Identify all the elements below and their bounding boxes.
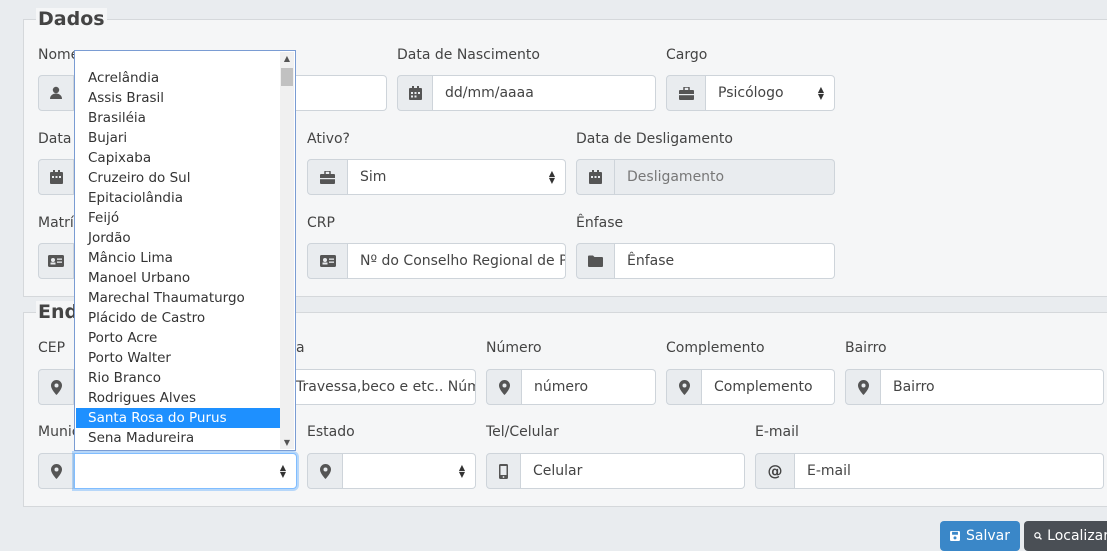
cargo-field[interactable]: Psicólogo ▲ ▼ <box>666 75 835 111</box>
dropdown-option[interactable]: Rodrigues Alves <box>76 388 280 408</box>
map-marker-icon <box>38 453 74 489</box>
dropdown-scrollbar[interactable]: ▲ ▼ <box>280 52 294 449</box>
select-arrows-icon: ▲ ▼ <box>458 463 465 479</box>
localizar-button[interactable]: Localizar <box>1024 521 1107 551</box>
dropdown-option[interactable]: Plácido de Castro <box>76 308 280 328</box>
email-input[interactable]: E-mail <box>795 453 1104 489</box>
municipio-dropdown-list[interactable]: Acrelândia Assis Brasil Brasiléia Bujari Cap… <box>74 50 296 451</box>
at-sign-icon: @ <box>755 453 795 489</box>
estado-label: Estado <box>307 424 355 440</box>
dropdown-option[interactable]: Porto Walter <box>76 348 280 368</box>
desligamento-input[interactable]: Desligamento <box>615 159 835 195</box>
nascimento-input[interactable]: dd/mm/aaaa <box>433 75 656 111</box>
calendar-icon <box>397 75 433 111</box>
nascimento-label: Data de Nascimento <box>397 47 540 63</box>
salvar-button[interactable]: Salvar <box>940 521 1020 551</box>
dropdown-option[interactable]: Marechal Thaumaturgo <box>76 288 280 308</box>
select-arrows-icon: ▲ ▼ <box>279 463 286 479</box>
desligamento-field[interactable]: Desligamento <box>576 159 835 195</box>
dropdown-option[interactable]: Feijó <box>76 208 280 228</box>
estado-select[interactable]: ▲ ▼ <box>343 453 476 489</box>
scrollbar-thumb[interactable] <box>281 68 293 86</box>
map-marker-icon <box>307 453 343 489</box>
crp-input[interactable]: Nº do Conselho Regional de Ps <box>348 243 566 279</box>
nascimento-field[interactable]: dd/mm/aaaa <box>397 75 656 111</box>
dropdown-option[interactable]: Porto Acre <box>76 328 280 348</box>
map-marker-icon <box>845 369 881 405</box>
bairro-label: Bairro <box>845 340 887 356</box>
ativo-label: Ativo? <box>307 131 350 147</box>
rua-label: a <box>296 340 305 356</box>
complemento-input[interactable]: Complemento <box>702 369 835 405</box>
numero-field[interactable]: número <box>486 369 656 405</box>
save-icon <box>950 530 961 542</box>
id-card-icon <box>38 243 74 279</box>
dados-legend: Dados <box>36 8 107 30</box>
dropdown-option[interactable]: Acrelândia <box>76 68 280 88</box>
select-arrows-icon: ▲ ▼ <box>817 85 824 101</box>
dropdown-option[interactable]: Rio Branco <box>76 368 280 388</box>
crp-label: CRP <box>307 215 335 231</box>
dropdown-option[interactable]: Epitaciolândia <box>76 188 280 208</box>
select-arrows-icon: ▲ ▼ <box>548 169 555 185</box>
ativo-select[interactable]: Sim ▲ ▼ <box>348 159 566 195</box>
dropdown-option[interactable]: Brasiléia <box>76 108 280 128</box>
user-icon <box>38 75 74 111</box>
scroll-up-icon[interactable]: ▲ <box>280 54 294 63</box>
dropdown-option[interactable]: Assis Brasil <box>76 88 280 108</box>
rua-field[interactable]: Travessa,beco e etc.. Núme <box>280 369 476 405</box>
numero-input[interactable]: número <box>522 369 656 405</box>
calendar-icon <box>576 159 615 195</box>
dropdown-option[interactable]: Manoel Urbano <box>76 268 280 288</box>
dropdown-option[interactable]: Jordão <box>76 228 280 248</box>
dropdown-option[interactable]: Mâncio Lima <box>76 248 280 268</box>
municipio-field[interactable]: ▲ ▼ <box>38 453 297 489</box>
ativo-value: Sim <box>360 169 387 185</box>
map-marker-icon <box>38 369 74 405</box>
map-marker-icon <box>666 369 702 405</box>
rua-placeholder: Travessa,beco e etc.. Núme <box>296 379 476 395</box>
complemento-label: Complemento <box>666 340 765 356</box>
rua-input[interactable]: Travessa,beco e etc.. Núme <box>280 369 476 405</box>
bairro-input[interactable]: Bairro <box>881 369 1104 405</box>
email-addon: @ <box>767 462 783 480</box>
email-field[interactable]: @ E-mail <box>755 453 1104 489</box>
map-marker-icon <box>486 369 522 405</box>
cargo-select[interactable]: Psicólogo ▲ ▼ <box>706 75 835 111</box>
cargo-label: Cargo <box>666 47 708 63</box>
briefcase-icon <box>666 75 706 111</box>
dropdown-option[interactable]: Sena Madureira <box>76 428 280 448</box>
numero-label: Número <box>486 340 542 356</box>
dropdown-option[interactable]: Capixaba <box>76 148 280 168</box>
scroll-down-icon[interactable]: ▼ <box>280 438 294 447</box>
tel-label: Tel/Celular <box>486 424 559 440</box>
email-label: E-mail <box>755 424 799 440</box>
dropdown-option[interactable]: Bujari <box>76 128 280 148</box>
dropdown-option[interactable]: Santa Rosa do Purus <box>76 408 280 428</box>
cep-label: CEP <box>38 340 66 356</box>
cargo-value: Psicólogo <box>718 85 784 101</box>
tel-input[interactable]: Celular <box>521 453 745 489</box>
id-card-icon <box>307 243 348 279</box>
calendar-icon <box>38 159 74 195</box>
estado-field[interactable]: ▲ ▼ <box>307 453 476 489</box>
crp-field[interactable]: Nº do Conselho Regional de Ps <box>307 243 566 279</box>
tel-field[interactable]: Celular <box>486 453 745 489</box>
bairro-field[interactable]: Bairro <box>845 369 1104 405</box>
desligamento-label: Data de Desligamento <box>576 131 733 147</box>
enfase-input[interactable]: Ênfase <box>615 243 835 279</box>
folder-icon <box>576 243 615 279</box>
ativo-field[interactable]: Sim ▲ ▼ <box>307 159 566 195</box>
dropdown-option[interactable]: Cruzeiro do Sul <box>76 168 280 188</box>
enfase-field[interactable]: Ênfase <box>576 243 835 279</box>
enfase-label: Ênfase <box>576 215 624 231</box>
complemento-field[interactable]: Complemento <box>666 369 835 405</box>
municipio-select[interactable]: ▲ ▼ <box>74 453 297 489</box>
search-icon <box>1034 532 1042 540</box>
mobile-phone-icon <box>486 453 521 489</box>
briefcase-icon <box>307 159 348 195</box>
